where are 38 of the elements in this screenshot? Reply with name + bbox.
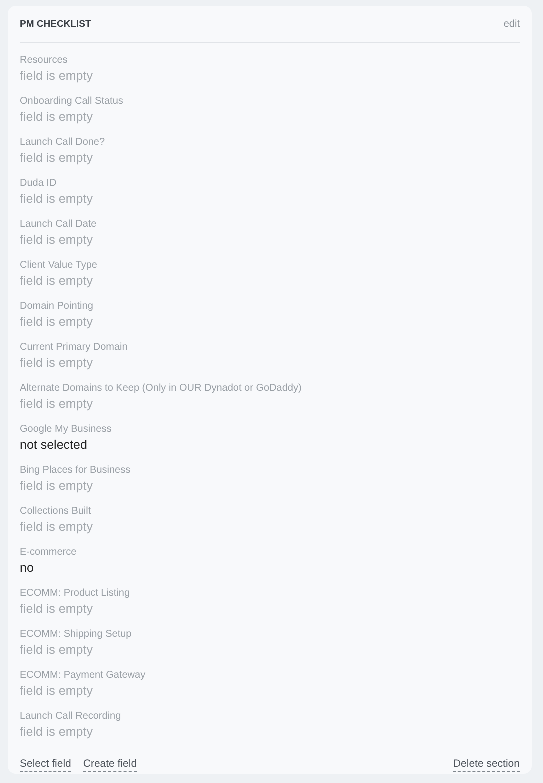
field-label: Duda ID <box>20 177 58 191</box>
field-label: Launch Call Date <box>20 218 98 232</box>
field-value: field is empty <box>20 191 94 208</box>
field-value: field is empty <box>20 396 94 413</box>
field-value: field is empty <box>20 150 94 167</box>
field-label: Domain Pointing <box>20 300 94 314</box>
field-value: field is empty <box>20 683 94 700</box>
field-value: no <box>20 560 35 577</box>
field-value: field is empty <box>20 109 94 126</box>
field-value: field is empty <box>20 519 94 536</box>
field-label: Resources <box>20 54 69 68</box>
field-value: not selected <box>20 437 88 454</box>
field-label: Google My Business <box>20 423 113 437</box>
field-label: E-commerce <box>20 546 78 560</box>
field-value: field is empty <box>20 273 94 290</box>
field-label: Bing Places for Business <box>20 464 132 478</box>
field-label: Client Value Type <box>20 259 98 273</box>
field-value: field is empty <box>20 478 94 495</box>
field-label: Collections Built <box>20 505 92 519</box>
field-label: ECOMM: Payment Gateway <box>20 669 147 683</box>
field-label: Launch Call Recording <box>20 710 122 724</box>
field-label: ECOMM: Shipping Setup <box>20 628 133 642</box>
field-label: Current Primary Domain <box>20 341 129 355</box>
field-value: field is empty <box>20 642 94 659</box>
field-value: field is empty <box>20 601 94 618</box>
field-label: ECOMM: Product Listing <box>20 587 132 601</box>
field-value: field is empty <box>20 232 94 249</box>
field-value: field is empty <box>20 68 94 85</box>
field-label: Onboarding Call Status <box>20 95 124 109</box>
footer-link[interactable]: Create field <box>83 758 138 772</box>
field-value: field is empty <box>20 314 94 331</box>
field-value: field is empty <box>20 355 94 372</box>
field-label: Launch Call Done? <box>20 136 106 150</box>
field-value: field is empty <box>20 724 94 741</box>
delete-section-link[interactable]: Delete section <box>453 758 520 772</box>
section-title: PM CHECKLIST <box>20 18 92 30</box>
field-label: Alternate Domains to Keep (Only in OUR Dynadot or GoDaddy) <box>20 382 303 396</box>
footer-link[interactable]: Select field <box>20 758 72 772</box>
